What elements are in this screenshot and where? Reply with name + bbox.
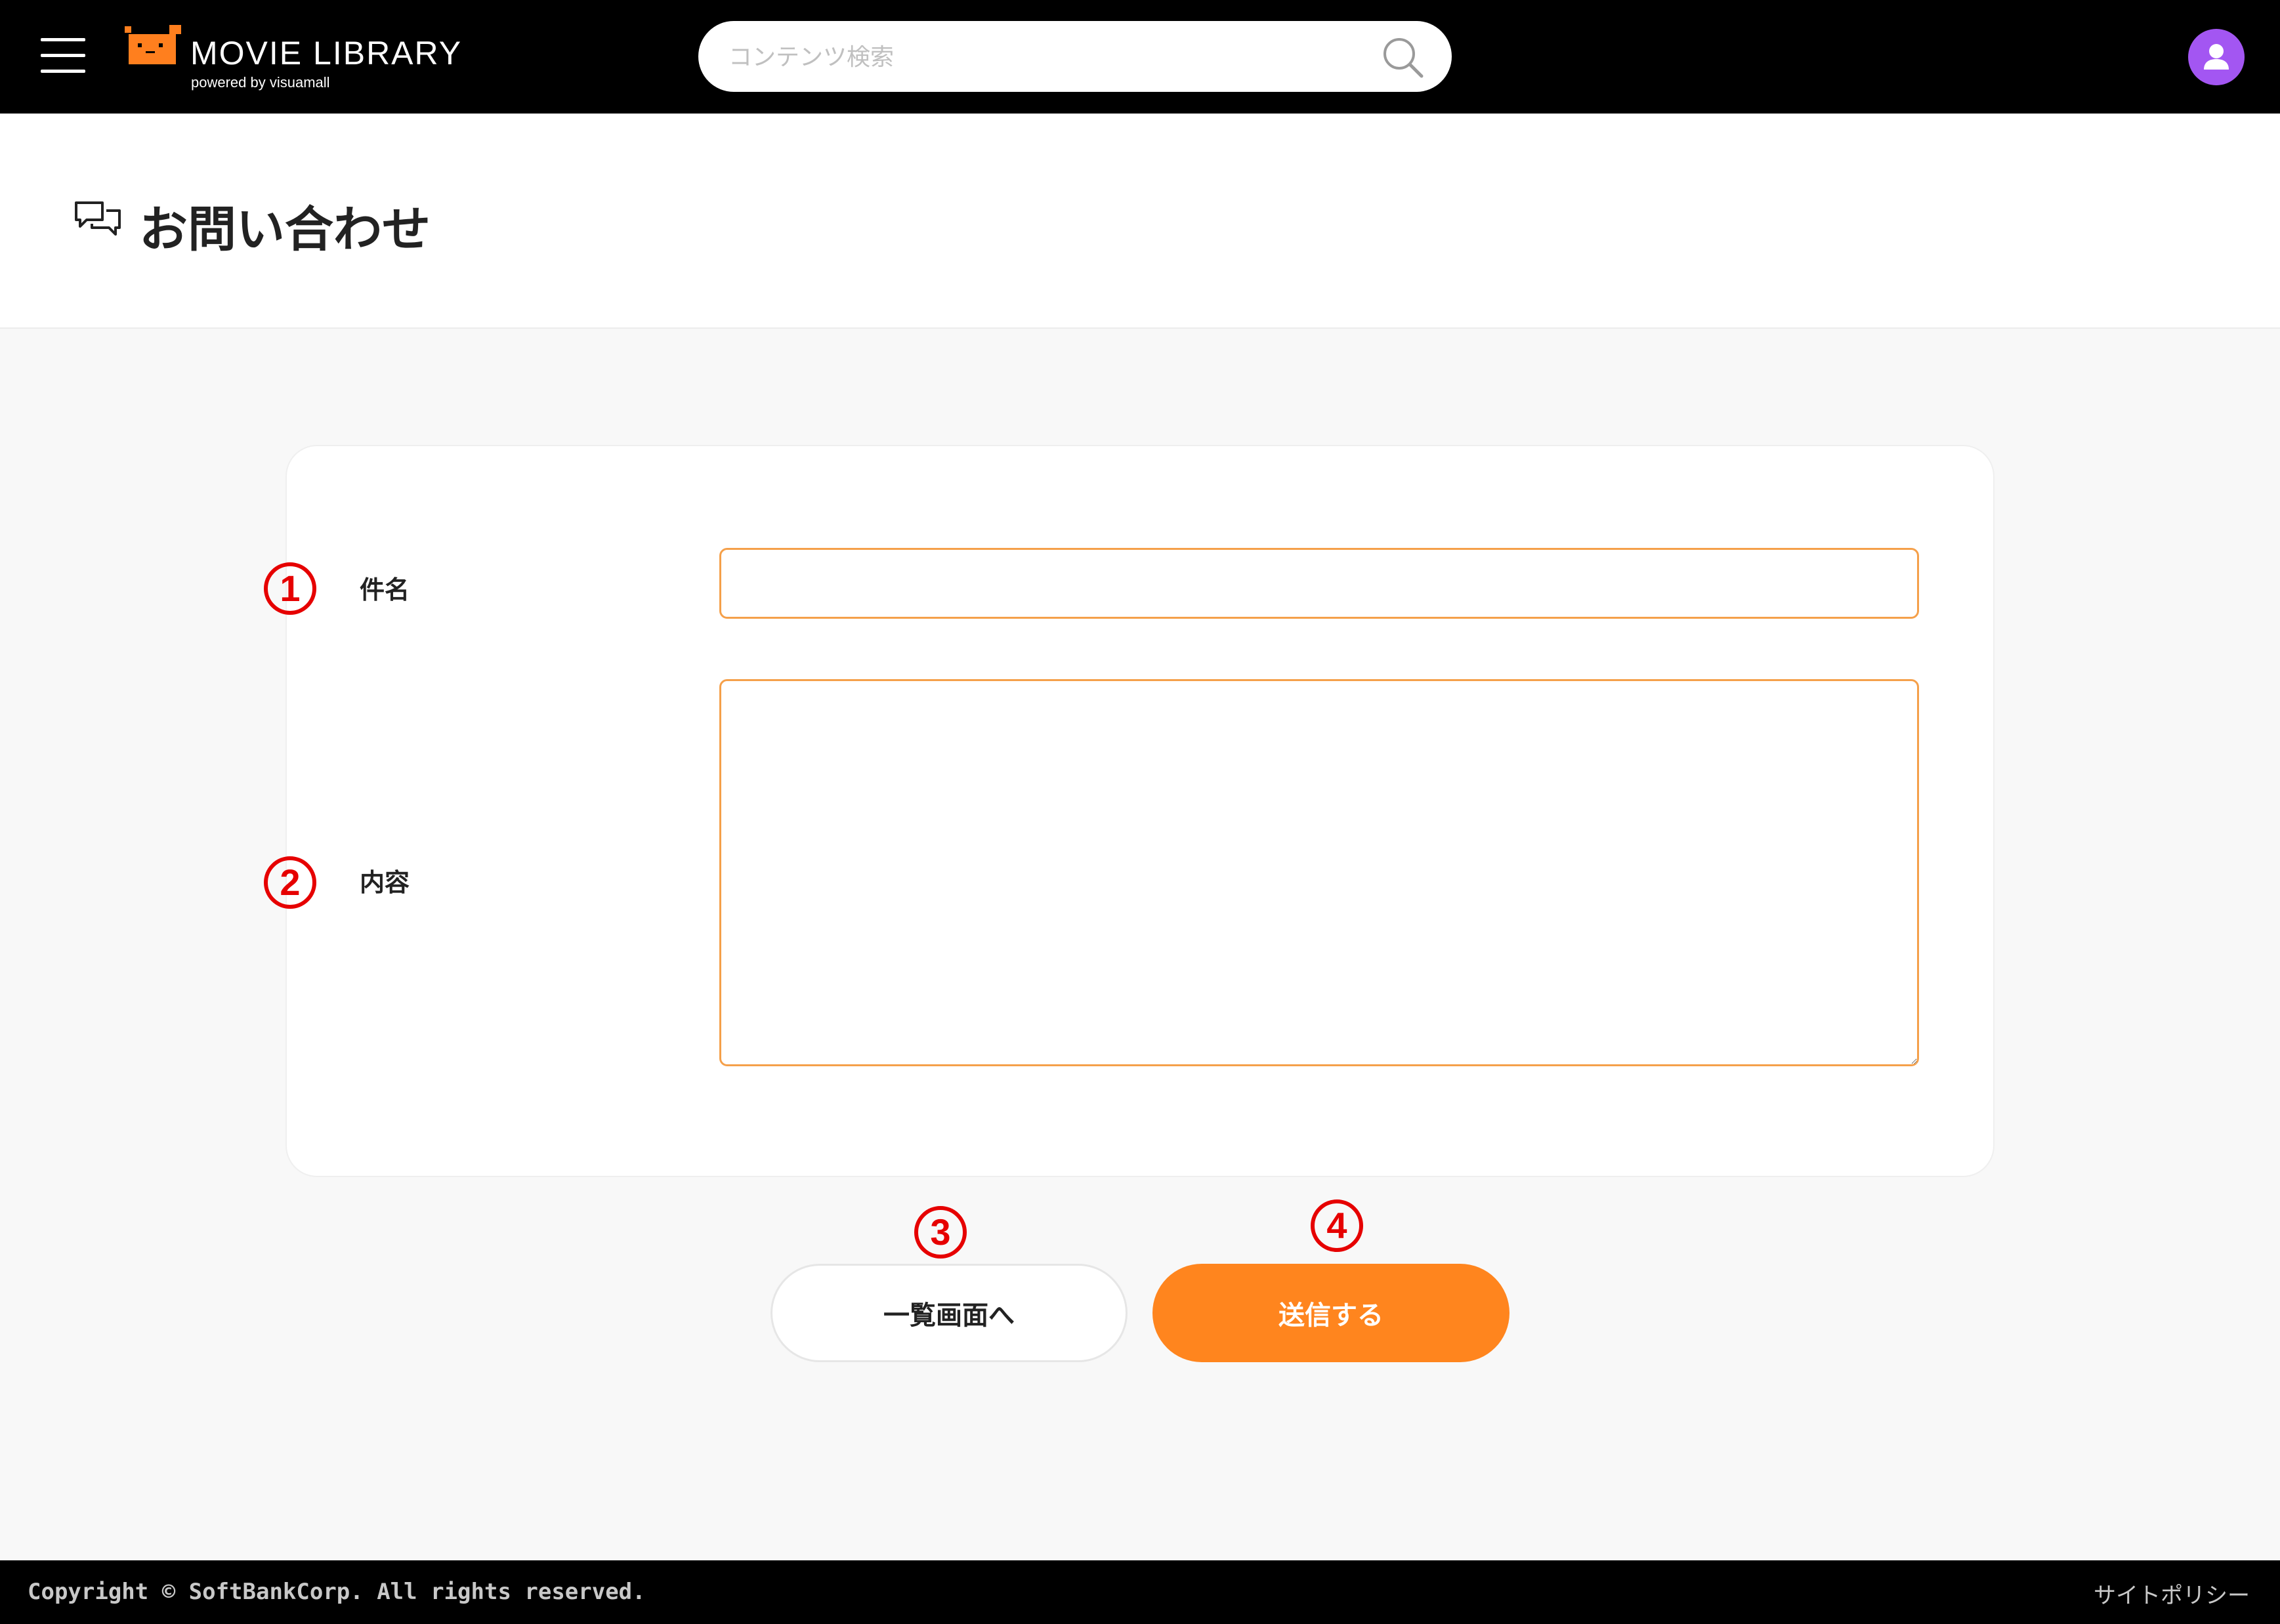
search-bar xyxy=(698,21,1452,92)
search-input[interactable] xyxy=(727,34,1360,80)
page-title: お問い合わせ xyxy=(139,201,431,258)
send-label: 送信する xyxy=(1278,1301,1383,1331)
annotation-marker-1: 1 xyxy=(264,562,316,615)
site-policy-link[interactable]: サイトポリシー xyxy=(2094,1577,2250,1610)
send-button[interactable]: 送信する xyxy=(1152,1264,1509,1362)
top-header: MOVIE LIBRARY powered by visuamall xyxy=(0,0,2280,114)
annotation-marker-2: 2 xyxy=(264,856,316,909)
annotation-marker-3: 3 xyxy=(914,1206,967,1259)
logo-title[interactable]: MOVIE LIBRARY xyxy=(190,34,462,72)
user-avatar-icon xyxy=(2204,44,2229,70)
page-title-band: お問い合わせ xyxy=(0,114,2280,329)
annotation-marker-4: 4 xyxy=(1311,1199,1363,1252)
content-label: 内容 xyxy=(360,868,410,897)
chat-bubbles-icon xyxy=(75,201,121,236)
subject-input[interactable] xyxy=(719,548,1919,619)
back-to-list-label: 一覧画面へ xyxy=(883,1301,1015,1331)
back-to-list-button[interactable]: 一覧画面へ xyxy=(771,1264,1128,1362)
content-textarea[interactable] xyxy=(719,679,1919,1066)
copyright-text: Copyright © SoftBankCorp. All rights res… xyxy=(28,1579,646,1605)
logo-mascot-icon xyxy=(125,25,181,64)
logo-subtitle: powered by visuamall xyxy=(191,74,330,91)
search-icon[interactable] xyxy=(1380,34,1425,80)
user-avatar-button[interactable] xyxy=(2188,29,2245,85)
hamburger-menu-icon[interactable] xyxy=(41,38,87,75)
subject-label: 件名 xyxy=(360,575,410,604)
footer: Copyright © SoftBankCorp. All rights res… xyxy=(0,1560,2280,1624)
